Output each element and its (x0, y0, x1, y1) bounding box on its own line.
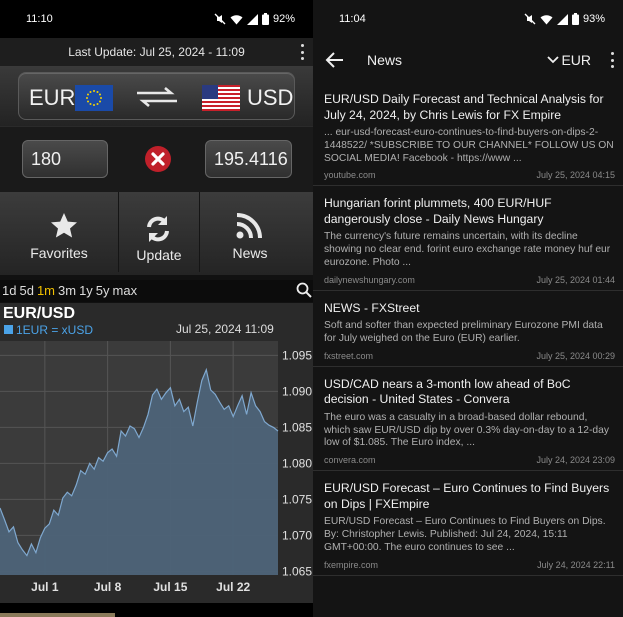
list-item[interactable]: USD/CAD nears a 3-month low ahead of BoC… (313, 367, 623, 472)
y-tick-label: 1.095 (282, 348, 312, 362)
y-tick-label: 1.080 (282, 456, 312, 470)
x-tick-label: Jul 1 (31, 580, 59, 594)
ad-image (0, 613, 115, 617)
x-tick-label: Jul 15 (153, 580, 187, 594)
news-app-bar: News EUR (313, 38, 623, 82)
x-tick-label: Jul 8 (94, 580, 122, 594)
news-item-title[interactable]: EUR/USD Forecast – Euro Continues to Fin… (324, 481, 615, 512)
currency-converter-panel: 11:10 92% Last Update: Jul 25, 2024 - 11… (0, 0, 313, 617)
list-item[interactable]: Hungarian forint plummets, 400 EUR/HUF d… (313, 186, 623, 291)
news-item-date: July 25, 2024 04:15 (536, 170, 615, 181)
range-5d[interactable]: 5d (19, 283, 33, 298)
update-label: Update (136, 247, 182, 263)
y-tick-label: 1.090 (282, 384, 312, 398)
y-tick-label: 1.065 (282, 564, 312, 578)
chart-legend: 1EUR = xUSD (4, 323, 93, 337)
y-tick-label: 1.085 (282, 420, 312, 434)
to-currency-code[interactable]: USD (247, 85, 293, 111)
currency-filter[interactable]: EUR (561, 52, 591, 68)
chart-date: Jul 25, 2024 11:09 (176, 322, 274, 336)
result-value: 195.4116 (205, 140, 292, 178)
signal-icon (556, 13, 568, 25)
wifi-icon (540, 14, 553, 24)
clear-button[interactable] (145, 146, 171, 172)
range-max[interactable]: max (113, 283, 138, 298)
news-title: News (367, 52, 403, 68)
rss-icon (236, 213, 262, 239)
star-icon (51, 213, 77, 238)
news-item-date: July 25, 2024 01:44 (536, 274, 615, 285)
amount-row: 180 195.4116 (0, 126, 313, 192)
news-item-title[interactable]: Hungarian forint plummets, 400 EUR/HUF d… (324, 196, 615, 227)
rate-chart-plot: 1.065 1.070 1.075 1.080 1.085 1.090 1.095 Jul 1… (0, 341, 312, 594)
range-1m[interactable]: 1m (37, 283, 55, 298)
news-item-title[interactable]: USD/CAD nears a 3-month low ahead of BoC… (324, 377, 615, 408)
range-1d[interactable]: 1d (2, 283, 16, 298)
battery-level: 92% (272, 13, 295, 25)
range-selector: 1d 5d 1m 3m 1y 5y max (0, 280, 313, 302)
range-1y[interactable]: 1y (79, 283, 93, 298)
y-tick-label: 1.070 (282, 528, 312, 542)
favorites-label: Favorites (30, 245, 88, 261)
news-item-date: July 25, 2024 00:29 (536, 350, 615, 361)
y-tick-label: 1.075 (282, 492, 312, 506)
news-item-snippet: Soft and softer than expected preliminar… (324, 320, 603, 345)
from-currency-code[interactable]: EUR (29, 85, 75, 111)
news-item-title[interactable]: EUR/USD Daily Forecast and Technical Ana… (324, 92, 615, 123)
last-update-bar: Last Update: Jul 25, 2024 - 11:09 (0, 38, 313, 66)
back-arrow-icon[interactable] (325, 50, 345, 70)
news-item-snippet: EUR/USD Forecast – Euro Continues to Fin… (324, 516, 606, 553)
signal-icon (246, 13, 258, 25)
last-update-text: Last Update: Jul 25, 2024 - 11:09 (68, 45, 245, 59)
favorites-button[interactable]: Favorites (0, 192, 118, 275)
news-label: News (232, 245, 268, 261)
mute-icon (524, 13, 536, 25)
news-item-snippet: The euro was a casualty in a broad-based… (324, 411, 610, 449)
news-item-source: dailynewshungary.com (324, 274, 415, 285)
currency-pair-selector[interactable]: EUR USD (18, 72, 295, 120)
range-3m[interactable]: 3m (58, 283, 76, 298)
status-time: 11:04 (339, 13, 366, 25)
news-item-source: fxempire.com (324, 559, 379, 570)
news-item-source: fxstreet.com (324, 350, 374, 361)
us-flag-icon (202, 85, 240, 111)
news-item-snippet: The currency's future remains uncertain,… (324, 231, 611, 268)
battery-level: 93% (582, 13, 605, 25)
news-panel: 11:04 93% News EUR EUR/USD Daily Forecas… (313, 0, 623, 617)
news-list: EUR/USD Daily Forecast and Technical Ana… (313, 82, 623, 576)
status-bar: 11:04 93% (313, 0, 623, 38)
x-tick-label: Jul 22 (216, 580, 250, 594)
news-item-source: youtube.com (324, 170, 376, 181)
list-item[interactable]: NEWS - FXStreet Soft and softer than exp… (313, 291, 623, 367)
wifi-icon (230, 14, 243, 24)
range-5y[interactable]: 5y (96, 283, 110, 298)
more-menu-icon[interactable] (607, 52, 617, 68)
list-item[interactable]: EUR/USD Forecast – Euro Continues to Fin… (313, 471, 623, 576)
news-item-date: July 24, 2024 23:09 (536, 455, 615, 466)
status-time: 11:10 (26, 13, 53, 25)
close-icon (151, 152, 165, 166)
battery-icon (261, 13, 269, 25)
news-item-snippet: ... eur-usd-forecast-euro-continues-to-f… (324, 127, 614, 164)
action-bar: Favorites Update News (0, 192, 313, 275)
battery-icon (571, 13, 579, 25)
news-item-date: July 24, 2024 22:11 (537, 559, 615, 570)
list-item[interactable]: EUR/USD Daily Forecast and Technical Ana… (313, 82, 623, 187)
news-item-title[interactable]: NEWS - FXStreet (324, 301, 615, 317)
chart-title: EUR/USD (3, 305, 76, 322)
amount-input[interactable]: 180 (22, 140, 108, 178)
mute-icon (214, 13, 226, 25)
rate-chart[interactable]: 1.065 1.070 1.075 1.080 1.085 1.090 1.095 Jul 1… (0, 303, 313, 603)
more-menu-icon[interactable] (297, 44, 307, 60)
update-button[interactable]: Update (119, 192, 199, 275)
eu-flag-icon (75, 85, 113, 111)
chevron-down-icon[interactable] (547, 55, 559, 65)
status-bar: 11:10 92% (0, 0, 313, 38)
swap-arrows-icon[interactable] (135, 85, 179, 109)
news-button[interactable]: News (200, 192, 300, 275)
currency-pair-strip: EUR USD (0, 66, 313, 126)
news-item-source: convera.com (324, 455, 376, 466)
refresh-icon (147, 216, 169, 242)
search-icon[interactable] (296, 282, 312, 299)
